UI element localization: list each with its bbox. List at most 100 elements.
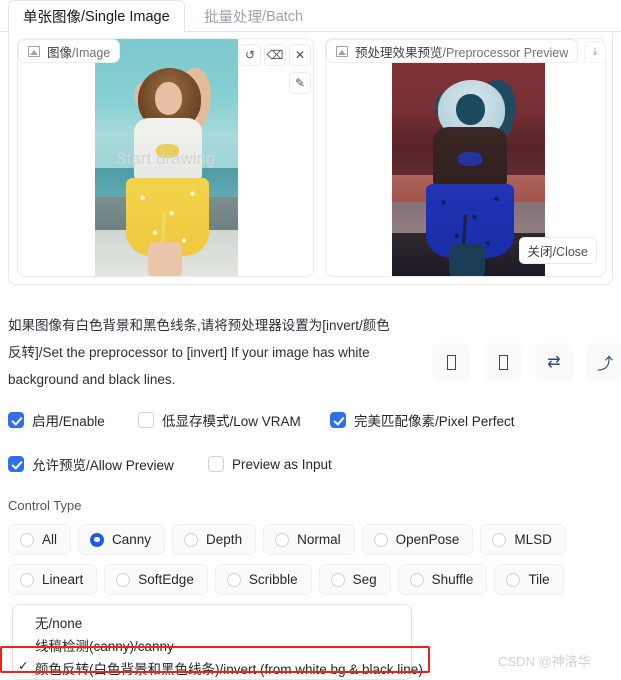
- download-icon[interactable]: ⤓: [584, 41, 606, 63]
- radio-openpose-label: OpenPose: [395, 532, 460, 547]
- panels-container: 图像/Image Start drawing ↺ ⌫ ✕ ✎ 预处理效果预览/P…: [8, 33, 613, 285]
- checkbox-row-2: 允许预览/Allow Preview Preview as Input: [8, 454, 332, 474]
- close-preview-button[interactable]: 关闭/Close: [518, 237, 597, 264]
- preview-panel-label-cn: 预处理效果预览: [355, 45, 443, 60]
- hint-line-3: background and black lines.: [8, 372, 176, 387]
- image-panel-label-en: /Image: [72, 45, 111, 60]
- radio-normal-label: Normal: [297, 532, 341, 547]
- tab-batch[interactable]: 批量处理/Batch: [190, 0, 317, 33]
- dropdown-option-none[interactable]: 无/none: [13, 610, 411, 633]
- checkbox-allow-preview-label-cn: 允许预览: [32, 458, 86, 473]
- tofu-box-2-button[interactable]: [484, 343, 522, 381]
- image-panel-label-cn: 图像: [47, 45, 73, 60]
- radio-openpose-dot[interactable]: [373, 532, 388, 547]
- checkbox-pixel-perfect-box[interactable]: [330, 412, 346, 428]
- checkbox-row-1: 启用/Enable 低显存模式/Low VRAM 完美匹配像素/Pixel Pe…: [8, 410, 515, 430]
- radio-softedge-label: SoftEdge: [138, 572, 194, 587]
- radio-mlsd[interactable]: MLSD: [480, 524, 566, 555]
- radio-canny-dot[interactable]: [90, 532, 105, 547]
- tab-bar: 单张图像/Single Image 批量处理/Batch: [0, 0, 621, 33]
- upload-arrow-icon: ⤴: [596, 356, 613, 373]
- checkbox-allow-preview-label-en: /Allow Preview: [86, 458, 174, 473]
- radio-tile[interactable]: Tile: [494, 564, 564, 595]
- hint-line-1: 如果图像有白色背景和黑色线条,请将预处理器设置为[invert/颜色: [8, 318, 390, 333]
- swap-icon: ⇄: [547, 354, 561, 371]
- checkbox-preview-as-input-box[interactable]: [208, 456, 224, 472]
- checkbox-allow-preview[interactable]: 允许预览/Allow Preview: [8, 454, 208, 474]
- swap-button[interactable]: ⇄: [535, 343, 573, 381]
- photo-legs: [147, 242, 183, 276]
- preview-panel-label: 预处理效果预览/Preprocessor Preview: [326, 39, 579, 63]
- radio-seg-dot[interactable]: [330, 572, 345, 587]
- checkbox-enable-box[interactable]: [8, 412, 24, 428]
- tab-batch-label-en: /Batch: [262, 8, 304, 25]
- radio-seg-label: Seg: [352, 572, 377, 587]
- image-panel-label: 图像/Image: [18, 39, 121, 63]
- radio-lineart-dot[interactable]: [20, 572, 34, 587]
- radio-depth[interactable]: Depth: [172, 524, 257, 555]
- eraser-icon[interactable]: ⌫: [264, 44, 286, 66]
- radio-seg[interactable]: Seg: [318, 564, 391, 595]
- checkbox-pixel-perfect[interactable]: 完美匹配像素/Pixel Perfect: [330, 410, 515, 430]
- radio-depth-label: Depth: [206, 532, 243, 547]
- radio-shuffle-dot[interactable]: [409, 572, 424, 587]
- radio-canny-label: Canny: [112, 532, 152, 547]
- image-icon: [28, 45, 40, 57]
- close-preview-label-cn: 关闭: [527, 245, 553, 259]
- preview-shirt-logo: [457, 152, 483, 166]
- radio-lineart[interactable]: Lineart: [8, 564, 98, 595]
- highlight-annotation-box: [0, 646, 430, 673]
- preprocessor-hint-text: 如果图像有白色背景和黑色线条,请将预处理器设置为[invert/颜色 反转]/S…: [8, 312, 428, 393]
- checkbox-preview-as-input[interactable]: Preview as Input: [208, 456, 332, 472]
- tab-single-image-label-cn: 单张图像: [23, 10, 81, 26]
- close-preview-label-en: /Close: [552, 245, 588, 259]
- radio-all-dot[interactable]: [20, 532, 34, 547]
- checkbox-allow-preview-box[interactable]: [8, 456, 24, 472]
- radio-lineart-label: Lineart: [42, 572, 84, 587]
- radio-all[interactable]: All: [8, 524, 72, 555]
- radio-mlsd-label: MLSD: [514, 532, 552, 547]
- radio-mlsd-dot[interactable]: [492, 532, 507, 547]
- checkbox-low-vram-box[interactable]: [138, 412, 154, 428]
- control-type-row-1: All Canny Depth Normal OpenPose MLSD: [8, 524, 566, 555]
- tab-single-image-label-en: /Single Image: [81, 8, 170, 25]
- radio-tile-dot[interactable]: [506, 572, 521, 587]
- tab-batch-label-cn: 批量处理: [204, 10, 262, 26]
- radio-scribble[interactable]: Scribble: [214, 564, 312, 595]
- tofu-box-2-icon: [498, 354, 508, 370]
- preview-face: [456, 93, 486, 125]
- control-type-row-2: Lineart SoftEdge Scribble Seg Shuffle Ti…: [8, 564, 564, 595]
- undo-icon[interactable]: ↺: [239, 44, 261, 66]
- radio-softedge[interactable]: SoftEdge: [104, 564, 208, 595]
- close-icon[interactable]: ✕: [289, 44, 311, 66]
- radio-softedge-dot[interactable]: [116, 572, 131, 587]
- checkbox-preview-as-input-label: Preview as Input: [232, 456, 332, 472]
- checkbox-low-vram[interactable]: 低显存模式/Low VRAM: [138, 410, 330, 430]
- brush-icon[interactable]: ✎: [289, 72, 311, 94]
- radio-normal-dot[interactable]: [275, 532, 290, 547]
- tofu-box-1-icon: [446, 354, 456, 370]
- checkbox-enable-label-cn: 启用: [32, 414, 59, 429]
- checkbox-low-vram-label-cn: 低显存模式: [162, 414, 230, 429]
- checkbox-enable[interactable]: 启用/Enable: [8, 410, 138, 430]
- radio-scribble-label: Scribble: [248, 572, 298, 587]
- radio-shuffle[interactable]: Shuffle: [397, 564, 488, 595]
- checkbox-pixel-perfect-label-en: /Pixel Perfect: [435, 414, 515, 429]
- watermark: CSDN @神洛华: [498, 654, 591, 669]
- radio-scribble-dot[interactable]: [226, 572, 241, 587]
- radio-shuffle-label: Shuffle: [431, 572, 474, 587]
- tab-single-image[interactable]: 单张图像/Single Image: [8, 0, 185, 33]
- radio-depth-dot[interactable]: [184, 532, 199, 547]
- image-panel[interactable]: 图像/Image Start drawing ↺ ⌫ ✕ ✎: [17, 38, 314, 277]
- image-icon: [336, 45, 348, 57]
- preview-panel-label-en: /Preprocessor Preview: [442, 45, 569, 60]
- checkbox-pixel-perfect-label-cn: 完美匹配像素: [354, 414, 435, 429]
- radio-canny[interactable]: Canny: [78, 524, 166, 555]
- radio-normal[interactable]: Normal: [263, 524, 355, 555]
- radio-openpose[interactable]: OpenPose: [361, 524, 474, 555]
- hint-line-2: 反转]/Set the preprocessor to [invert] If …: [8, 345, 370, 360]
- radio-all-label: All: [42, 532, 58, 547]
- send-to-button[interactable]: ⤴: [586, 343, 621, 381]
- preprocessor-preview-panel[interactable]: 预处理效果预览/Preprocessor Preview 关闭/Close: [325, 38, 606, 277]
- tofu-box-1-button[interactable]: [432, 343, 470, 381]
